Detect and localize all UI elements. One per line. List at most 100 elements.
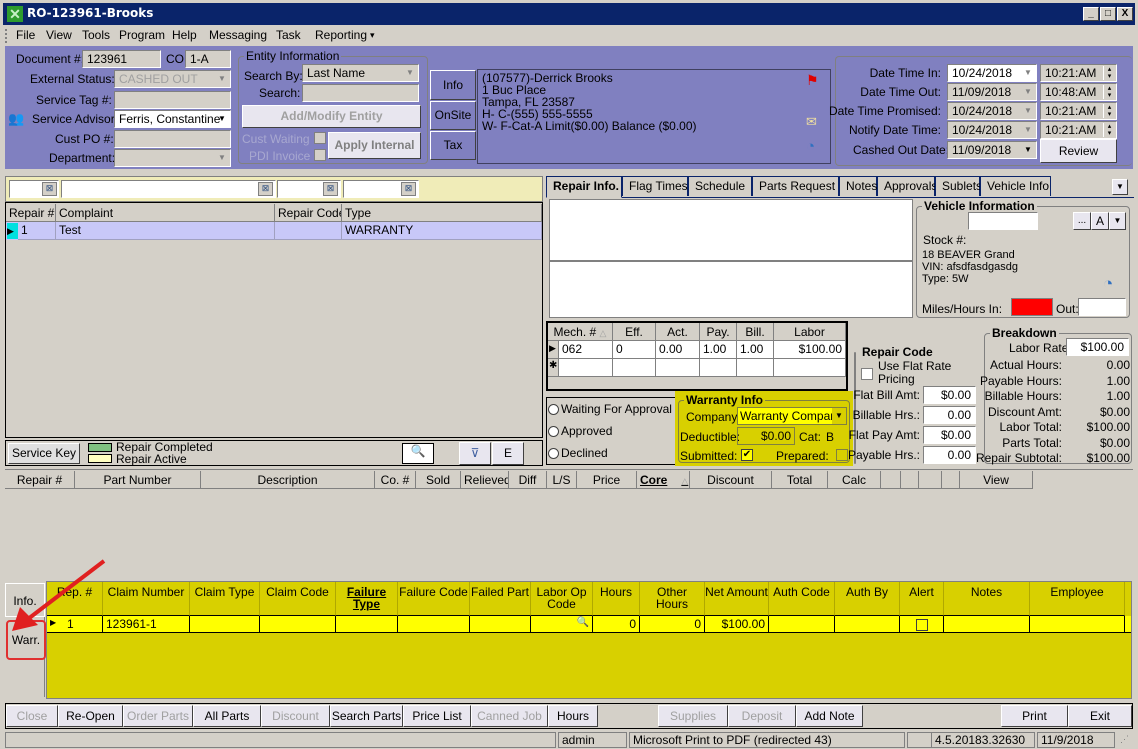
date-field[interactable]: 10/24/2018 ▼ <box>947 102 1037 120</box>
chevron-down-icon[interactable]: ▼ <box>1109 212 1126 230</box>
warranty-col[interactable]: Labor Op Code <box>531 582 593 616</box>
table-row[interactable]: ▶ 1 123961-1 🔍 0 0 $100.00 <box>47 616 1131 633</box>
col-repair-number[interactable]: Repair # <box>6 204 56 222</box>
search-by-select[interactable]: Last Name ▼ <box>302 64 419 82</box>
col-act[interactable]: Act. <box>656 323 700 341</box>
parts-col[interactable]: Repair # <box>5 471 75 489</box>
filter-clear-icon[interactable]: ⊽ <box>459 442 491 465</box>
filter-icon[interactable]: ⊠ <box>323 182 338 196</box>
parts-col[interactable]: Relieved <box>461 471 509 489</box>
tab-schedule[interactable]: Schedule <box>688 176 752 196</box>
tab-vehicle-info[interactable]: Vehicle Info <box>980 176 1051 196</box>
warranty-col[interactable]: Claim Number <box>103 582 190 616</box>
warranty-col[interactable]: Failure Type <box>336 582 398 616</box>
col-pay[interactable]: Pay. <box>700 323 737 341</box>
warranty-col[interactable]: Alert <box>900 582 944 616</box>
parts-col[interactable] <box>942 471 960 489</box>
search-input[interactable] <box>302 84 419 102</box>
prepared-checkbox[interactable] <box>836 449 848 461</box>
button-order-parts[interactable]: Order Parts <box>123 705 193 727</box>
add-modify-entity-button[interactable]: Add/Modify Entity <box>242 105 421 128</box>
button-canned-job[interactable]: Canned Job <box>471 705 548 727</box>
review-button[interactable]: Review <box>1040 139 1117 163</box>
vehicle-a-button[interactable]: A <box>1091 212 1109 230</box>
warranty-col[interactable]: Net Amount <box>705 582 769 616</box>
correction-textarea[interactable] <box>549 261 913 318</box>
warranty-col[interactable]: Hours <box>593 582 640 616</box>
alert-checkbox[interactable] <box>915 618 928 631</box>
parts-col[interactable]: Sold <box>416 471 461 489</box>
spinner-icon[interactable]: ▴ ▾ <box>1103 66 1115 80</box>
labor-rate-field[interactable]: $100.00 <box>1066 338 1129 356</box>
col-bill[interactable]: Bill. <box>737 323 774 341</box>
button-re-open[interactable]: Re-Open <box>58 705 123 727</box>
table-row[interactable]: ▶ 1 Test WARRANTY <box>6 222 542 240</box>
flat-rate-checkbox[interactable] <box>861 368 873 380</box>
date-field[interactable]: 10/24/2018 ▼ <box>947 64 1037 82</box>
button-print[interactable]: Print <box>1001 705 1068 727</box>
button-hours[interactable]: Hours <box>548 705 598 727</box>
button-discount[interactable]: Discount <box>261 705 330 727</box>
col-type[interactable]: Type <box>342 204 542 222</box>
cust-po-field[interactable] <box>114 130 231 148</box>
parts-col[interactable]: Core △ <box>637 471 690 489</box>
filter-complaint-input[interactable] <box>61 180 276 198</box>
vehicle-search-input[interactable] <box>968 212 1038 230</box>
time-field[interactable]: 10:21:AM ▴ ▾ <box>1040 64 1117 82</box>
warranty-col[interactable]: Failure Code <box>398 582 470 616</box>
envelope-icon[interactable]: ✉ <box>806 114 817 130</box>
resize-grip-icon[interactable]: ⋰ <box>1120 734 1129 745</box>
button-all-parts[interactable]: All Parts <box>193 705 261 727</box>
new-row[interactable]: ✱ <box>548 359 846 377</box>
radio-waiting-for-approval[interactable]: Waiting For Approval <box>548 402 672 416</box>
spinner-icon[interactable]: ▴ ▾ <box>1103 123 1115 137</box>
col-mech-number[interactable]: Mech. # △ <box>548 323 613 341</box>
parts-col[interactable]: Description <box>201 471 375 489</box>
menu-overflow-icon[interactable]: ▾ <box>370 30 375 41</box>
deductible-field[interactable]: $0.00 <box>737 427 795 445</box>
button-search-parts[interactable]: Search Parts <box>330 705 403 727</box>
parts-col[interactable]: Discount <box>690 471 772 489</box>
clock-document-icon[interactable]: ◔ <box>806 138 815 155</box>
menu-reporting[interactable]: Reporting <box>315 28 367 42</box>
info-button[interactable]: Info <box>430 70 476 100</box>
menu-help[interactable]: Help <box>172 28 197 42</box>
warranty-col[interactable]: Claim Code <box>260 582 336 616</box>
flag-icon[interactable]: ⚑ <box>806 72 819 89</box>
complaint-textarea[interactable] <box>549 199 913 261</box>
pdi-invoice-checkbox[interactable] <box>314 149 326 161</box>
e-button[interactable]: E <box>492 442 524 465</box>
radio-approved[interactable]: Approved <box>548 424 612 438</box>
col-complaint[interactable]: Complaint <box>56 204 275 222</box>
cust-waiting-checkbox[interactable] <box>314 132 326 144</box>
miles-in-field[interactable] <box>1011 298 1053 316</box>
date-field[interactable]: 11/09/2018 ▼ <box>947 83 1037 101</box>
co-field[interactable]: 1-A <box>185 50 231 68</box>
parts-col[interactable]: View <box>960 471 1033 489</box>
repair-code-field[interactable]: 0.00 <box>923 406 976 424</box>
button-exit[interactable]: Exit <box>1068 705 1132 727</box>
menu-program[interactable]: Program <box>119 28 165 42</box>
time-field[interactable]: 10:21:AM ▴ ▾ <box>1040 121 1117 139</box>
button-price-list[interactable]: Price List <box>403 705 471 727</box>
spinner-icon[interactable]: ▴ ▾ <box>1103 85 1115 99</box>
filter-icon[interactable]: ⊠ <box>258 182 273 196</box>
tabs-overflow-chevron-icon[interactable]: ▼ <box>1112 179 1128 195</box>
col-eff[interactable]: Eff. <box>613 323 656 341</box>
department-select[interactable]: ▼ <box>114 149 231 167</box>
parts-col[interactable]: Calc <box>828 471 881 489</box>
parts-col[interactable]: Price <box>577 471 637 489</box>
repair-code-field[interactable]: 0.00 <box>923 446 976 464</box>
parts-col[interactable] <box>881 471 901 489</box>
warranty-col[interactable]: Auth By <box>835 582 900 616</box>
submitted-checkbox[interactable]: ✔ <box>741 449 753 461</box>
service-tag-field[interactable] <box>114 91 231 109</box>
tab-sublets[interactable]: Sublets <box>935 176 982 196</box>
parts-col[interactable]: Diff <box>509 471 547 489</box>
external-status-select[interactable]: CASHED OUT ▼ <box>114 70 231 88</box>
service-advisor-select[interactable]: Ferris, Constantine ▼ <box>114 110 231 128</box>
parts-col[interactable]: Co. # <box>375 471 416 489</box>
advisor-users-icon[interactable]: 👥 <box>8 111 24 127</box>
vehicle-history-icon[interactable]: ◔ <box>1103 274 1113 294</box>
time-field[interactable]: 10:21:AM ▴ ▾ <box>1040 102 1117 120</box>
